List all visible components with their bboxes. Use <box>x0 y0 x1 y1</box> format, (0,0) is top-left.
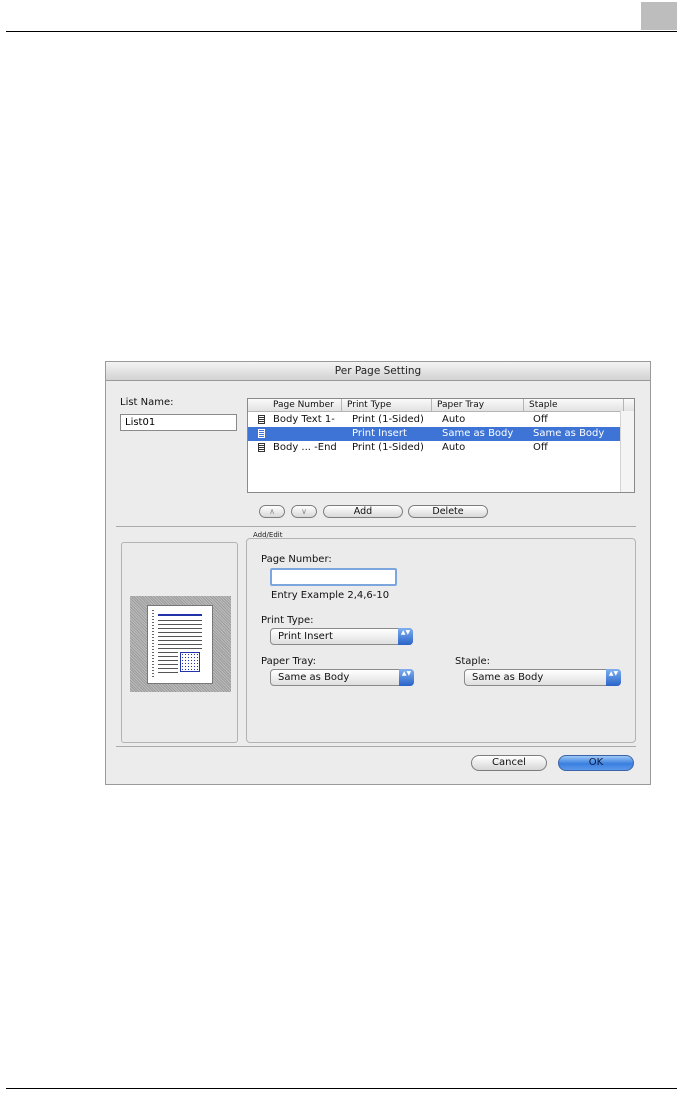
row-paper-tray: Auto <box>442 442 466 453</box>
row-paper-tray: Same as Body <box>442 428 514 439</box>
page-number-label: Page Number: <box>261 554 332 565</box>
move-down-button[interactable]: ∨ <box>291 505 317 518</box>
section-divider <box>116 526 636 527</box>
row-paper-tray: Auto <box>442 414 466 425</box>
move-up-button[interactable]: ∧ <box>259 505 285 518</box>
paper-tray-value: Same as Body <box>278 672 350 683</box>
delete-button[interactable]: Delete <box>408 505 488 518</box>
print-type-label: Print Type: <box>261 615 314 626</box>
page-top-rule <box>6 31 677 32</box>
staple-value: Same as Body <box>472 672 544 683</box>
staple-select[interactable]: Same as Body ▲▼ <box>464 669 621 686</box>
column-header-print-type[interactable]: Print Type <box>342 399 432 411</box>
document-icon <box>258 443 265 452</box>
footer-divider <box>116 746 636 747</box>
page-setting-table: Page Number Print Type Paper Tray Staple… <box>247 398 635 493</box>
chevron-up-down-icon: ▲▼ <box>399 669 414 686</box>
table-row[interactable]: Body Text 1- Print (1-Sided) Auto Off <box>248 413 620 427</box>
column-header-staple[interactable]: Staple <box>524 399 624 411</box>
page-preview-icon <box>130 596 231 692</box>
document-icon <box>258 415 265 424</box>
row-staple: Off <box>533 442 548 453</box>
row-page-number: Body ... -End <box>273 442 337 453</box>
row-print-type: Print Insert <box>352 428 407 439</box>
cancel-button[interactable]: Cancel <box>471 755 547 771</box>
column-header-paper-tray[interactable]: Paper Tray <box>432 399 524 411</box>
row-print-type: Print (1-Sided) <box>352 442 424 453</box>
entry-example-text: Entry Example 2,4,6-10 <box>271 590 390 601</box>
table-row-selected[interactable]: Print Insert Same as Body Same as Body <box>248 427 620 441</box>
chevron-up-down-icon: ▲▼ <box>606 669 621 686</box>
page-preview-panel <box>121 542 238 743</box>
row-staple: Same as Body <box>533 428 605 439</box>
staple-label: Staple: <box>455 656 491 667</box>
page-number-input[interactable] <box>270 568 397 586</box>
ok-button[interactable]: OK <box>558 755 634 771</box>
document-icon <box>258 429 265 438</box>
column-header-page-number[interactable]: Page Number <box>268 399 342 411</box>
row-page-number <box>273 427 341 441</box>
add-button[interactable]: Add <box>323 505 403 518</box>
dialog-title: Per Page Setting <box>106 362 650 381</box>
table-header: Page Number Print Type Paper Tray Staple <box>248 399 634 412</box>
row-print-type: Print (1-Sided) <box>352 414 424 425</box>
print-type-select[interactable]: Print Insert ▲▼ <box>270 628 413 645</box>
print-type-value: Print Insert <box>278 631 333 642</box>
list-name-label: List Name: <box>120 397 174 408</box>
table-row[interactable]: Body ... -End Print (1-Sided) Auto Off <box>248 441 620 455</box>
chevron-up-down-icon: ▲▼ <box>398 628 413 645</box>
page-bottom-rule <box>6 1088 677 1089</box>
table-scrollbar[interactable] <box>620 411 634 492</box>
per-page-setting-dialog: Per Page Setting List Name: Page Number … <box>105 361 651 785</box>
row-staple: Off <box>533 414 548 425</box>
paper-tray-select[interactable]: Same as Body ▲▼ <box>270 669 414 686</box>
list-name-input[interactable] <box>120 414 237 431</box>
page-corner-tab <box>641 2 677 30</box>
paper-tray-label: Paper Tray: <box>261 656 316 667</box>
preview-sheet <box>147 605 213 684</box>
row-page-number: Body Text 1- <box>273 414 335 425</box>
